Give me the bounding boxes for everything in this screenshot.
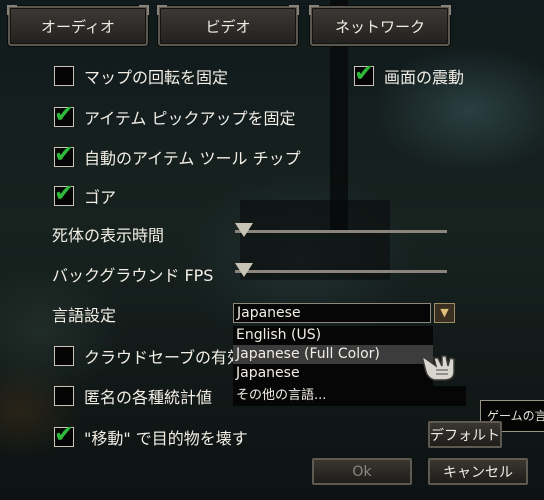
slider-thumb[interactable] <box>235 223 253 237</box>
option-label: アイテム ピックアップを固定 <box>84 109 296 128</box>
tab-video[interactable]: ビデオ <box>157 5 299 46</box>
option-auto-item-tooltip[interactable]: ✔ 自動のアイテム ツール チップ <box>54 142 301 169</box>
check-icon: ✔ <box>54 420 75 448</box>
ok-button[interactable]: Ok <box>312 458 412 485</box>
checkbox[interactable] <box>54 386 74 406</box>
option-move-destroys-targets[interactable]: ✔ "移動" で目的物を壊す <box>54 422 248 449</box>
option-lock-map-rotation[interactable]: マップの回転を固定 <box>54 64 228 88</box>
background-fps-slider[interactable] <box>235 263 447 277</box>
slider-thumb[interactable] <box>235 263 253 277</box>
default-button[interactable]: デフォルト <box>428 421 502 448</box>
language-option[interactable]: Japanese <box>233 364 433 383</box>
tab-audio-label: オーディオ <box>41 17 115 36</box>
option-screen-shake[interactable]: ✔ 画面の震動 <box>354 61 465 88</box>
cancel-button-label: キャンセル <box>443 464 513 481</box>
corpse-duration-label: 死体の表示時間 <box>52 226 165 245</box>
option-label: クラウドセーブの有効 <box>84 348 244 367</box>
option-label: 匿名の各種統計値 <box>84 388 213 407</box>
check-icon: ✔ <box>54 140 75 168</box>
check-icon: ✔ <box>354 59 375 87</box>
checkbox[interactable]: ✔ <box>54 422 74 447</box>
checkbox[interactable] <box>54 346 74 366</box>
language-select[interactable]: Japanese <box>233 303 431 323</box>
tab-network[interactable]: ネットワーク <box>309 5 451 46</box>
checkbox[interactable]: ✔ <box>54 142 74 167</box>
option-label: "移動" で目的物を壊す <box>84 429 248 448</box>
ok-button-label: Ok <box>352 463 372 480</box>
gauntlet-hand-cursor-icon <box>420 354 455 381</box>
background-fps-label: バックグラウンド FPS <box>52 266 214 285</box>
tab-video-label: ビデオ <box>205 17 251 36</box>
option-lock-item-pickup[interactable]: ✔ アイテム ピックアップを固定 <box>54 102 296 129</box>
tab-network-label: ネットワーク <box>334 17 425 36</box>
tab-audio[interactable]: オーディオ <box>7 5 149 46</box>
default-button-label: デフォルト <box>430 427 500 444</box>
chevron-down-icon[interactable]: ▼ <box>434 303 455 323</box>
language-dropdown-list: English (US) Japanese (Full Color) Japan… <box>233 326 433 386</box>
language-option-highlighted[interactable]: Japanese (Full Color) <box>233 345 433 364</box>
checkbox[interactable] <box>54 66 74 86</box>
check-icon: ✔ <box>54 100 75 128</box>
cancel-button[interactable]: キャンセル <box>428 458 528 485</box>
language-option[interactable]: English (US) <box>233 326 433 345</box>
option-label: 画面の震動 <box>384 68 465 87</box>
option-gore[interactable]: ✔ ゴア <box>54 181 117 208</box>
language-label: 言語設定 <box>52 306 117 325</box>
option-cloud-save[interactable]: クラウドセーブの有効 <box>54 344 243 368</box>
option-label: マップの回転を固定 <box>84 68 229 87</box>
option-label: 自動のアイテム ツール チップ <box>84 149 301 168</box>
checkbox[interactable]: ✔ <box>354 61 374 86</box>
background-building <box>240 200 390 280</box>
more-languages-link[interactable]: その他の言語... <box>233 386 466 406</box>
option-label: ゴア <box>84 188 117 207</box>
check-icon: ✔ <box>54 179 75 207</box>
checkbox[interactable]: ✔ <box>54 102 74 127</box>
corpse-duration-slider[interactable] <box>235 223 447 237</box>
option-anonymous-stats[interactable]: 匿名の各種統計値 <box>54 384 212 408</box>
checkbox[interactable]: ✔ <box>54 181 74 206</box>
